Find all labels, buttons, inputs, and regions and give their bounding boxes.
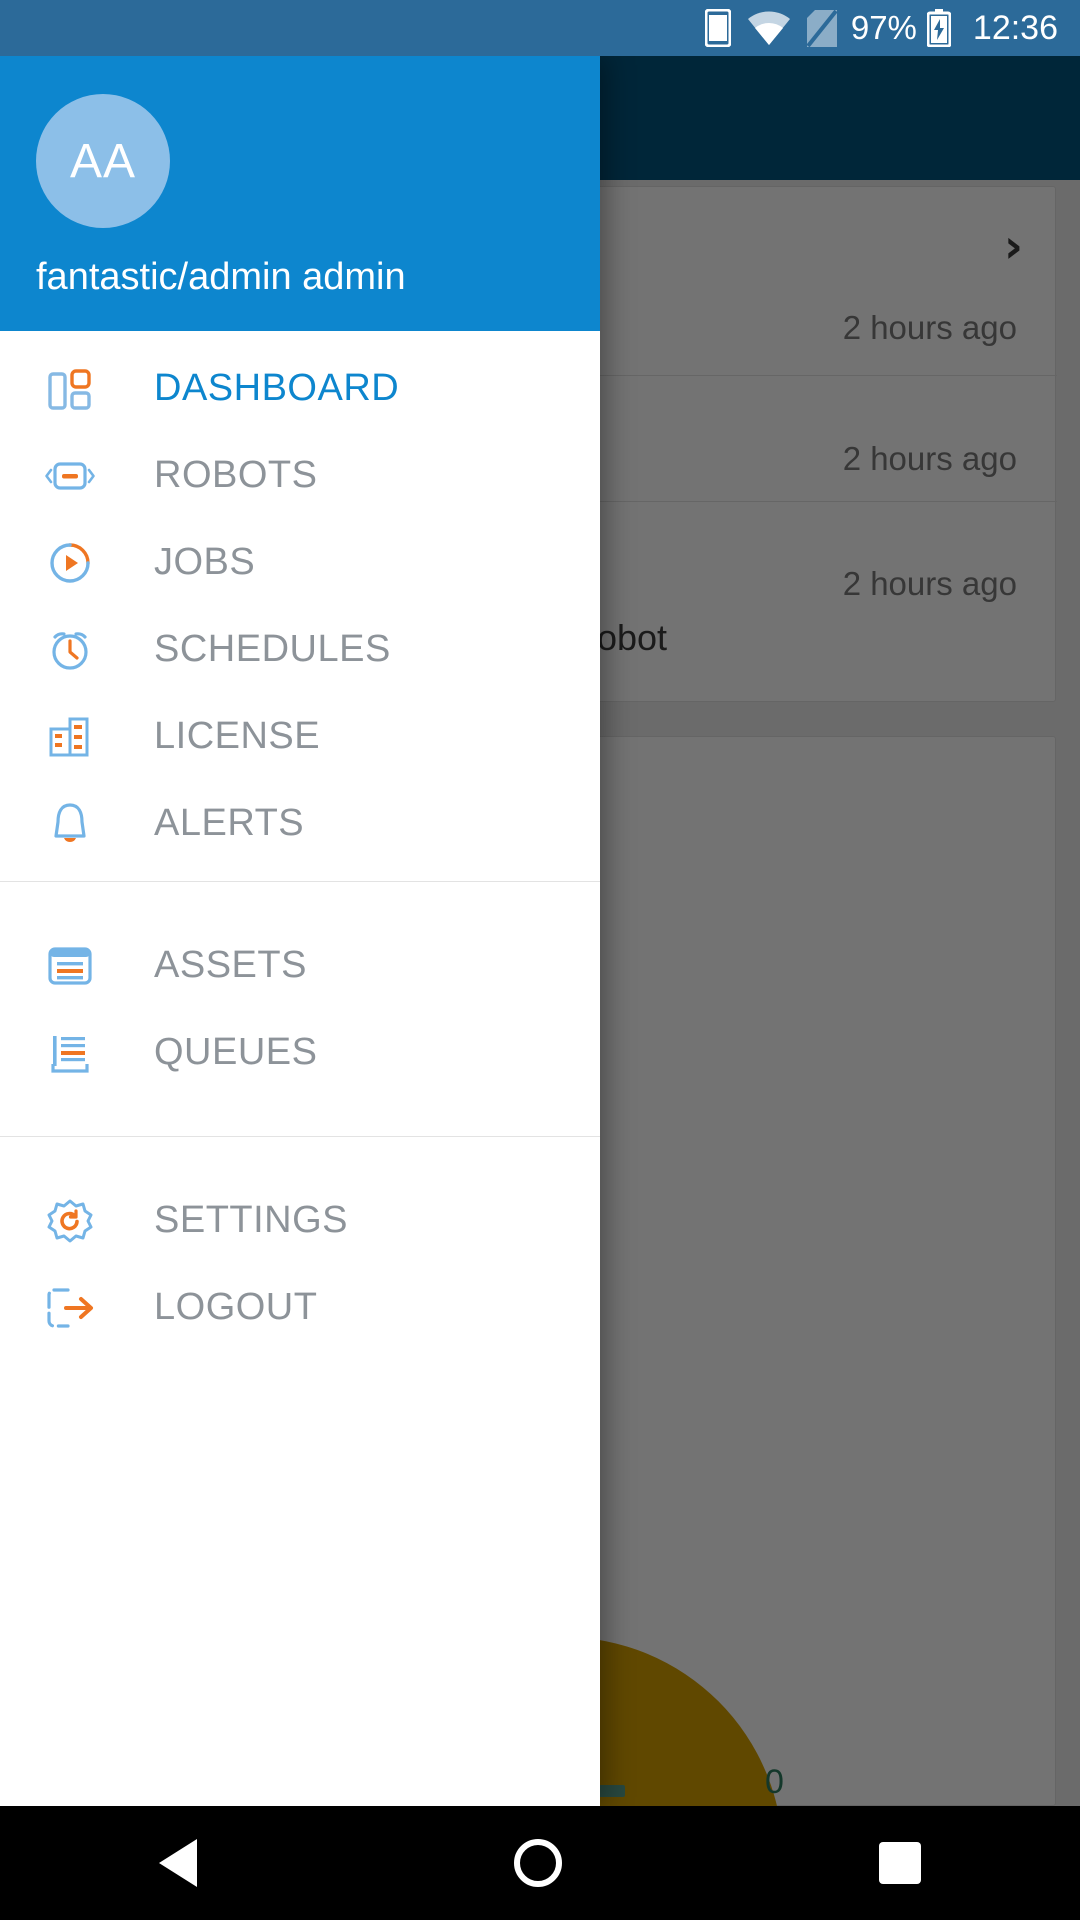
- assets-card-icon: [40, 936, 100, 996]
- building-icon: [40, 707, 100, 767]
- menu-group-primary: DASHBOARD ROBOTS JOBS SCHEDULES LICENSE …: [0, 331, 600, 881]
- sidebar-item-label: ALERTS: [154, 802, 305, 844]
- avatar-initials: AA: [69, 134, 137, 188]
- sidebar-item-label: JOBS: [154, 541, 256, 583]
- status-bar: 97% 12:36: [0, 0, 1080, 56]
- menu-group-account: SETTINGS LOGOUT: [0, 1137, 600, 1365]
- recents-button[interactable]: [879, 1842, 922, 1884]
- menu-group-data: ASSETS QUEUES: [0, 882, 600, 1136]
- android-nav-bar: [0, 1806, 1080, 1920]
- navigation-drawer: AA fantastic/admin admin DASHBOARD ROBOT…: [0, 56, 600, 1806]
- sidebar-item-logout[interactable]: LOGOUT: [0, 1264, 600, 1351]
- sidebar-item-dashboard[interactable]: DASHBOARD: [0, 345, 600, 432]
- back-button[interactable]: [158, 1839, 197, 1887]
- bell-icon: [40, 794, 100, 854]
- sidebar-item-label: SETTINGS: [154, 1199, 349, 1241]
- sidebar-item-label: LICENSE: [154, 715, 321, 757]
- job-play-icon: [40, 533, 100, 593]
- sidebar-item-label: QUEUES: [154, 1031, 318, 1073]
- home-button[interactable]: [513, 1839, 562, 1887]
- sidebar-item-queues[interactable]: QUEUES: [0, 1009, 600, 1096]
- sidebar-item-schedules[interactable]: SCHEDULES: [0, 606, 600, 693]
- battery-charging-icon: [926, 9, 951, 47]
- clock-label: 12:36: [972, 8, 1058, 47]
- phone-icon: [704, 9, 731, 47]
- sidebar-item-label: DASHBOARD: [154, 367, 400, 409]
- robot-icon: [40, 446, 100, 506]
- sidebar-item-robots[interactable]: ROBOTS: [0, 432, 600, 519]
- phone-screen: › 2 hours ago 2 hours ago 2 hours ago ro…: [0, 0, 1080, 1920]
- sidebar-item-license[interactable]: LICENSE: [0, 693, 600, 780]
- queue-list-icon: [40, 1023, 100, 1083]
- no-sim-icon: [806, 9, 837, 47]
- sidebar-item-alerts[interactable]: ALERTS: [0, 780, 600, 867]
- sidebar-item-label: ROBOTS: [154, 454, 318, 496]
- alarm-clock-icon: [40, 620, 100, 680]
- dashboard-icon: [40, 359, 100, 419]
- account-name-label: fantastic/admin admin: [36, 256, 406, 298]
- logout-icon: [40, 1278, 100, 1338]
- sidebar-item-jobs[interactable]: JOBS: [0, 519, 600, 606]
- gear-icon: [40, 1191, 100, 1251]
- wifi-icon: [747, 11, 790, 45]
- sidebar-item-label: ASSETS: [154, 944, 307, 986]
- avatar[interactable]: AA: [36, 94, 170, 228]
- sidebar-item-label: LOGOUT: [154, 1286, 318, 1328]
- sidebar-item-assets[interactable]: ASSETS: [0, 922, 600, 1009]
- sidebar-item-label: SCHEDULES: [154, 628, 391, 670]
- battery-percent-label: 97%: [850, 9, 917, 46]
- drawer-header: AA fantastic/admin admin: [0, 56, 600, 331]
- sidebar-item-settings[interactable]: SETTINGS: [0, 1177, 600, 1264]
